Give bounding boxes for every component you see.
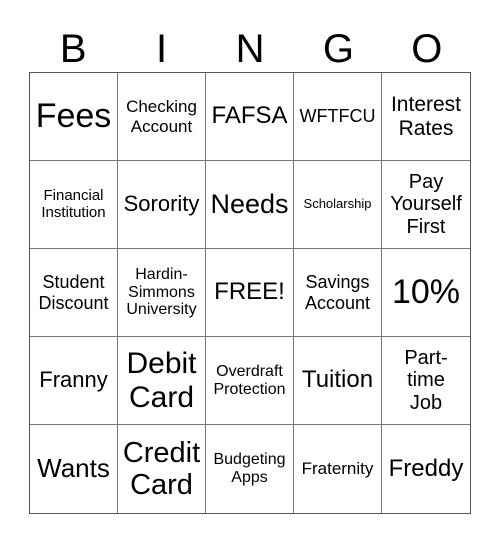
cell-label: WFTFCU [299,106,376,127]
bingo-cell[interactable]: Hardin- Simmons University [118,249,206,337]
cell-label: Franny [39,367,108,393]
cell-label: Sorority [123,191,200,217]
bingo-cell[interactable]: Sorority [118,161,206,249]
bingo-card: Fees Checking Account FAFSA WFTFCU Interest … [29,72,471,514]
bingo-cell[interactable]: FREE! [206,249,294,337]
bingo-cell[interactable]: Part-time Job [382,337,470,425]
cell-label: Budgeting Apps [213,451,286,486]
bingo-cell[interactable]: Budgeting Apps [206,425,294,513]
bingo-header: B I N G O [29,26,471,72]
cell-label: Freddy [388,454,464,482]
bingo-cell[interactable]: Scholarship [294,161,382,249]
bingo-cell[interactable]: Wants [30,425,118,513]
bingo-cell[interactable]: Fees [30,73,118,161]
cell-label: Tuition [301,366,374,394]
bingo-cell[interactable]: Needs [206,161,294,249]
cell-label: FAFSA [211,102,288,130]
bingo-cell[interactable]: Franny [30,337,118,425]
bingo-cell[interactable]: WFTFCU [294,73,382,161]
header-letter-g: G [322,27,354,71]
cell-label: Scholarship [303,196,372,212]
cell-label: FREE! [214,278,285,306]
bingo-cell[interactable]: Savings Account [294,249,382,337]
bingo-cell[interactable]: Checking Account [118,73,206,161]
bingo-cell[interactable]: Financial Institution [30,161,118,249]
header-letter-o: O [411,27,443,71]
bingo-cell[interactable]: Overdraft Protection [206,337,294,425]
cell-label: Savings Account [304,272,371,313]
cell-label: Needs [210,189,289,220]
cell-label: Wants [37,453,110,484]
cell-label: Fraternity [301,459,374,479]
header-letter-n: N [235,27,265,71]
cell-label: Fees [35,97,112,136]
bingo-cell[interactable]: Interest Rates [382,73,470,161]
bingo-cell[interactable]: Pay Yourself First [382,161,470,249]
cell-label: Debit Card [126,346,197,414]
bingo-cell[interactable]: Fraternity [294,425,382,513]
cell-label: Checking Account [126,97,197,136]
header-letter-b: B [59,27,87,71]
cell-label: Credit Card [122,436,201,501]
bingo-cell[interactable]: Tuition [294,337,382,425]
cell-label: Hardin- Simmons University [126,265,197,319]
header-letter-i: I [156,27,168,71]
bingo-cell[interactable]: Credit Card [118,425,206,513]
cell-label: Interest Rates [390,92,462,140]
cell-label: Student Discount [38,272,109,313]
bingo-cell[interactable]: FAFSA [206,73,294,161]
bingo-cell[interactable]: 10% [382,249,470,337]
bingo-cell[interactable]: Student Discount [30,249,118,337]
cell-label: Part-time Job [404,346,448,414]
cell-label: 10% [391,273,461,312]
cell-label: Overdraft Protection [213,362,286,398]
cell-label: Financial Institution [41,186,106,221]
bingo-cell[interactable]: Debit Card [118,337,206,425]
bingo-cell[interactable]: Freddy [382,425,470,513]
cell-label: Pay Yourself First [390,170,462,238]
